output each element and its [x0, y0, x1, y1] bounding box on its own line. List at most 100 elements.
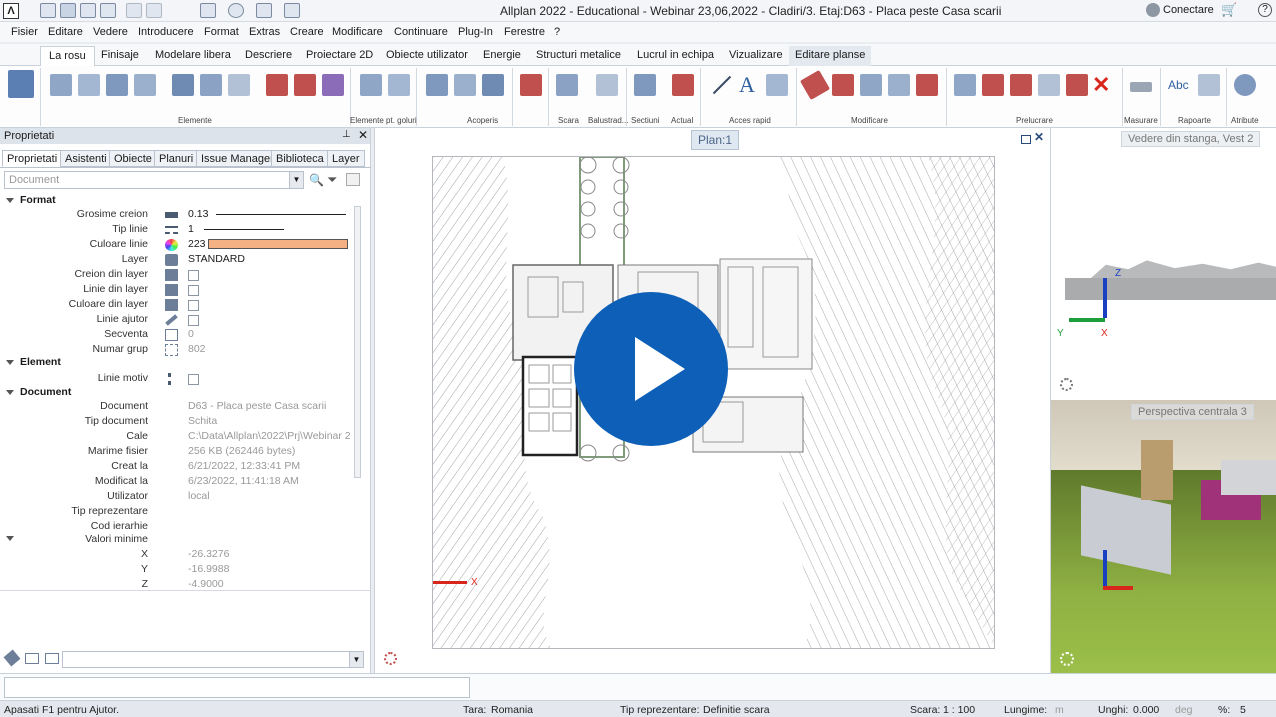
section-element[interactable]: Element — [6, 356, 61, 368]
tab-planuri[interactable]: Planuri — [154, 150, 199, 167]
tab-obiecte[interactable]: Obiecte — [109, 150, 157, 167]
navigation-icon[interactable] — [384, 652, 397, 665]
line-icon[interactable] — [712, 75, 732, 95]
delete-icon[interactable] — [799, 69, 831, 101]
menu-item[interactable]: Vedere — [93, 26, 128, 38]
close-x-icon[interactable]: ✕ — [1092, 72, 1110, 98]
left-view-label[interactable]: Vedere din stanga, Vest 2 — [1121, 131, 1261, 147]
login-link[interactable]: Conectare — [1163, 4, 1214, 16]
tab-energie[interactable]: Energie — [483, 49, 521, 61]
color-swatch[interactable] — [208, 239, 348, 249]
panel-scrollbar[interactable] — [354, 206, 361, 478]
tools-icon[interactable] — [284, 3, 300, 18]
menu-item[interactable]: Plug-In — [458, 26, 493, 38]
object-type-select[interactable]: Document ▼ — [4, 171, 304, 189]
foundation-icon[interactable] — [134, 74, 156, 96]
mirror-icon[interactable] — [1038, 74, 1060, 96]
opening-icon[interactable] — [360, 74, 382, 96]
repr-value[interactable]: Definitie scara — [703, 704, 770, 716]
attributes-icon[interactable] — [1234, 74, 1256, 96]
opening-grid-icon[interactable] — [388, 74, 410, 96]
tab-descriere[interactable]: Descriere — [245, 49, 292, 61]
open-file-icon[interactable] — [60, 3, 76, 18]
close-panel-icon[interactable]: ✕ — [358, 128, 368, 142]
scale-icon[interactable] — [1066, 74, 1088, 96]
report-abc-icon[interactable]: Abc — [1168, 78, 1189, 92]
perspective-view-window[interactable]: Perspectiva centrala 3 — [1050, 400, 1276, 673]
tab-obiecte-utilizator[interactable]: Obiecte utilizator — [386, 49, 468, 61]
search-icon[interactable]: 🔍 — [309, 173, 324, 187]
join-icon[interactable] — [954, 74, 976, 96]
tab-vizualizare[interactable]: Vizualizare — [729, 49, 783, 61]
percent-value[interactable]: 5 — [1240, 704, 1246, 716]
country-value[interactable]: Romania — [491, 704, 533, 716]
apply-icon[interactable] — [346, 173, 360, 186]
navigation-icon[interactable] — [1060, 378, 1073, 391]
menu-item[interactable]: Editare — [48, 26, 83, 38]
scale-value[interactable]: 1 : 100 — [943, 704, 975, 716]
trim-icon[interactable] — [1010, 74, 1032, 96]
maximize-icon[interactable] — [1021, 135, 1031, 144]
perspective-label[interactable]: Perspectiva centrala 3 — [1131, 404, 1254, 420]
section-icon[interactable] — [634, 74, 656, 96]
prop-value[interactable]: STANDARD — [188, 253, 245, 265]
checkbox[interactable] — [188, 374, 199, 385]
tab-layer[interactable]: Layer — [327, 150, 365, 167]
column-icon[interactable] — [106, 74, 128, 96]
allplan-logo-icon[interactable]: Λ — [3, 3, 19, 19]
checkbox[interactable] — [188, 285, 199, 296]
tab-issue-manager[interactable]: Issue Manager — [196, 150, 279, 167]
tab-editare-planse[interactable]: Editare planse — [789, 46, 872, 67]
tab-la-rosu[interactable]: La rosu — [40, 46, 95, 67]
pin-icon[interactable]: ⊥ — [342, 129, 351, 140]
menu-item[interactable]: Fisier — [11, 26, 38, 38]
window-icon[interactable] — [200, 3, 216, 18]
measure-icon[interactable] — [1130, 82, 1152, 92]
tab-structuri-metalice[interactable]: Structuri metalice — [536, 49, 621, 61]
menu-item[interactable]: Creare — [290, 26, 324, 38]
user-icon[interactable] — [1146, 3, 1160, 17]
roof-plane-icon[interactable] — [454, 74, 476, 96]
stretch-icon[interactable] — [916, 74, 938, 96]
angle-unit[interactable]: deg — [1175, 704, 1193, 716]
chevron-down-icon[interactable]: ▼ — [349, 652, 363, 667]
slab-icon[interactable] — [78, 74, 100, 96]
roof-covering-icon[interactable] — [482, 74, 504, 96]
stair-icon[interactable] — [556, 74, 578, 96]
modify-points-icon[interactable] — [888, 74, 910, 96]
navigation-icon[interactable] — [1060, 652, 1074, 666]
lintel-icon[interactable] — [200, 74, 222, 96]
help-icon[interactable]: ? — [1258, 3, 1272, 17]
layout-icon[interactable] — [256, 3, 272, 18]
save-icon[interactable] — [80, 3, 96, 18]
new-file-icon[interactable] — [40, 3, 56, 18]
command-input[interactable] — [4, 677, 470, 698]
filter-icon[interactable]: ⏷ — [327, 172, 337, 188]
prop-value[interactable]: 802 — [188, 343, 206, 355]
door-icon[interactable] — [266, 74, 288, 96]
undo-icon[interactable] — [126, 3, 142, 18]
menu-item[interactable]: Modificare — [332, 26, 383, 38]
tab-asistenti[interactable]: Asistenti — [60, 150, 112, 167]
checkbox[interactable] — [188, 300, 199, 311]
menu-item[interactable]: Format — [204, 26, 239, 38]
checkbox[interactable] — [188, 270, 199, 281]
checkbox[interactable] — [188, 315, 199, 326]
favorites-icon[interactable] — [3, 649, 21, 667]
favorites-select[interactable]: ▼ — [62, 651, 364, 668]
close-view-icon[interactable]: ✕ — [1034, 130, 1044, 144]
menu-item[interactable]: Continuare — [394, 26, 448, 38]
report-icon[interactable] — [1198, 74, 1220, 96]
prop-value[interactable]: 223 — [188, 238, 206, 250]
tab-finisaje[interactable]: Finisaje — [101, 49, 139, 61]
section-document[interactable]: Document — [6, 386, 71, 398]
save-favorites-icon[interactable] — [45, 653, 59, 664]
wall-tools-icon[interactable] — [8, 70, 34, 98]
move-icon[interactable] — [860, 74, 882, 96]
angle-value[interactable]: 0.000 — [1133, 704, 1159, 716]
print-icon[interactable] — [100, 3, 116, 18]
tab-lucrul-in-echipa[interactable]: Lucrul in echipa — [637, 49, 714, 61]
redo-icon[interactable] — [146, 3, 162, 18]
tab-proiectare-2d[interactable]: Proiectare 2D — [306, 49, 373, 61]
text-icon[interactable]: A — [739, 72, 755, 98]
